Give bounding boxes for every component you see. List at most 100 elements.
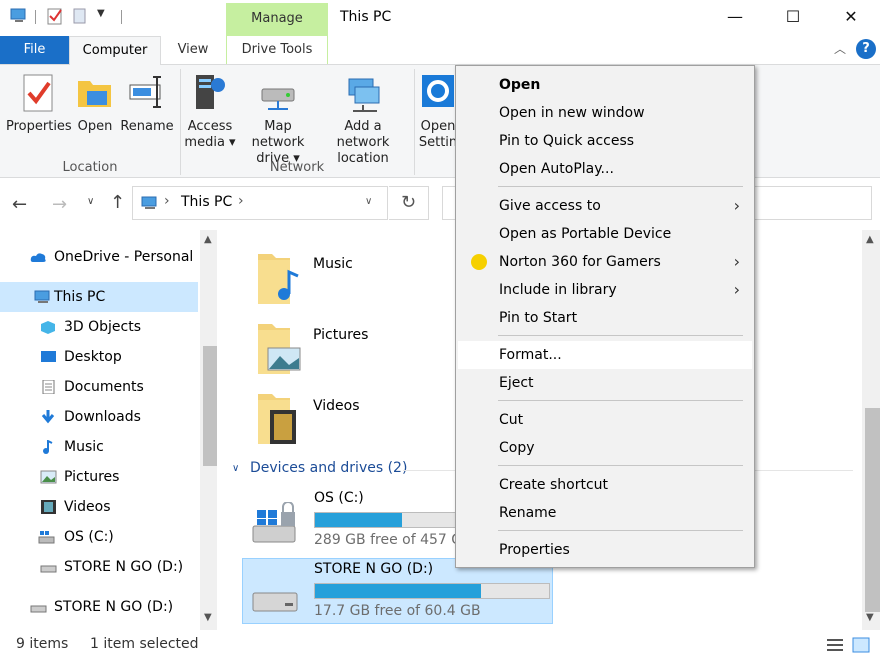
nav-label: This PC xyxy=(54,289,106,305)
menu-item-cut[interactable]: Cut xyxy=(458,406,752,434)
up-arrow-icon[interactable]: ↑ xyxy=(110,192,125,213)
nav-item-downloads[interactable]: Downloads xyxy=(0,402,198,432)
nav-item-onedrive[interactable]: OneDrive - Personal xyxy=(0,242,198,272)
details-view-icon[interactable] xyxy=(826,637,844,653)
tab-view[interactable]: View xyxy=(161,36,225,64)
breadcrumb-chevron-icon[interactable]: › xyxy=(238,193,244,209)
nav-label: OneDrive - Personal xyxy=(54,249,194,265)
add-network-location-label-1: Add a network xyxy=(336,119,390,150)
scroll-down-icon[interactable]: ▼ xyxy=(204,612,212,623)
nav-item-documents[interactable]: Documents xyxy=(0,372,198,402)
nav-item-videos[interactable]: Videos xyxy=(0,492,198,522)
os-drive-icon xyxy=(252,502,296,543)
folder-label-pictures[interactable]: Pictures xyxy=(313,327,368,343)
access-media-label-2: media ▾ xyxy=(184,135,236,150)
documents-icon xyxy=(42,380,55,394)
maximize-button[interactable]: ☐ xyxy=(770,0,816,34)
os-drive-icon xyxy=(38,531,55,544)
selected-count: 1 item selected xyxy=(90,636,199,652)
properties-button[interactable]: Properties xyxy=(6,71,72,135)
tab-computer[interactable]: Computer xyxy=(69,36,161,65)
menu-item-format[interactable]: Format... xyxy=(458,341,752,369)
map-network-drive-button[interactable]: Map network drive ▾ xyxy=(238,71,318,167)
rename-icon xyxy=(129,76,161,108)
open-settings-button[interactable]: Open Settin xyxy=(418,71,458,151)
menu-item-rename[interactable]: Rename xyxy=(458,499,752,527)
open-label: Open xyxy=(77,119,113,134)
pictures-folder-icon[interactable] xyxy=(256,320,302,376)
music-note-icon xyxy=(43,440,53,454)
videos-folder-icon[interactable] xyxy=(256,390,302,446)
submenu-arrow-icon: › xyxy=(733,252,740,271)
menu-item-create-shortcut[interactable]: Create shortcut xyxy=(458,471,752,499)
menu-separator xyxy=(498,335,743,336)
menu-item-properties[interactable]: Properties xyxy=(458,536,752,564)
usb-drive-icon xyxy=(40,565,57,573)
menu-item-eject[interactable]: Eject xyxy=(458,369,752,397)
status-bar: 9 items 1 item selected xyxy=(0,630,880,660)
menu-item-norton[interactable]: Norton 360 for Gamers › xyxy=(458,248,752,276)
recent-locations-chevron-icon[interactable]: ∨ xyxy=(87,196,94,207)
nav-item-pictures[interactable]: Pictures xyxy=(0,462,198,492)
open-button[interactable]: Open xyxy=(72,71,118,135)
menu-item-include-library[interactable]: Include in library › xyxy=(458,276,752,304)
menu-item-give-access[interactable]: Give access to › xyxy=(458,192,752,220)
manage-tab-header[interactable]: Manage xyxy=(226,3,328,36)
folder-label-videos[interactable]: Videos xyxy=(313,398,360,414)
menu-item-open-new-window[interactable]: Open in new window xyxy=(458,99,752,127)
address-history-chevron-icon[interactable]: ∨ xyxy=(365,196,372,207)
this-pc-icon[interactable] xyxy=(10,8,28,24)
back-arrow-icon[interactable]: ← xyxy=(12,194,27,215)
drive-name: STORE N GO (D:) xyxy=(314,561,434,577)
scroll-up-icon[interactable]: ▲ xyxy=(866,234,874,245)
nav-item-desktop[interactable]: Desktop xyxy=(0,342,198,372)
menu-item-pin-quick-access[interactable]: Pin to Quick access xyxy=(458,127,752,155)
close-button[interactable]: ✕ xyxy=(828,0,874,34)
nav-item-music[interactable]: Music xyxy=(0,432,198,462)
scroll-down-icon[interactable]: ▼ xyxy=(866,612,874,623)
navigation-pane: OneDrive - Personal This PC 3D Objects D… xyxy=(0,230,218,630)
menu-item-pin-to-start[interactable]: Pin to Start xyxy=(458,304,752,332)
downloads-arrow-icon xyxy=(41,410,55,424)
properties-check-icon[interactable] xyxy=(46,7,64,25)
breadcrumb-this-pc[interactable]: This PC xyxy=(181,194,232,210)
nav-item-os-c[interactable]: OS (C:) xyxy=(0,522,198,552)
nav-item-3d-objects[interactable]: 3D Objects xyxy=(0,312,198,342)
nav-item-store-n-go-d-root[interactable]: STORE N GO (D:) xyxy=(0,592,198,622)
menu-item-open-portable-device[interactable]: Open as Portable Device xyxy=(458,220,752,248)
new-folder-icon[interactable] xyxy=(73,8,87,24)
menu-label: Include in library xyxy=(499,282,617,298)
nav-item-store-n-go-d[interactable]: STORE N GO (D:) xyxy=(0,552,198,582)
large-icons-view-icon[interactable] xyxy=(852,637,870,653)
menu-item-open-autoplay[interactable]: Open AutoPlay... xyxy=(458,155,752,183)
folder-label-music[interactable]: Music xyxy=(313,256,353,272)
qat-customize-dropdown[interactable]: ▼ xyxy=(97,8,105,19)
location-group-label: Location xyxy=(62,160,118,175)
menu-item-open[interactable]: Open xyxy=(458,71,752,99)
rename-button[interactable]: Rename xyxy=(120,71,174,135)
minimize-button[interactable]: — xyxy=(712,0,758,34)
nav-item-this-pc[interactable]: This PC xyxy=(0,282,198,312)
devices-and-drives-header[interactable]: Devices and drives (2) xyxy=(250,460,407,476)
tab-drive-tools[interactable]: Drive Tools xyxy=(226,36,328,64)
open-settings-label-2: Settin xyxy=(418,135,458,150)
content-scrollbar-thumb[interactable] xyxy=(865,408,880,612)
scroll-up-icon[interactable]: ▲ xyxy=(204,234,212,245)
menu-label: Give access to xyxy=(499,198,601,214)
help-icon[interactable]: ? xyxy=(856,39,876,59)
breadcrumb-chevron-icon[interactable]: › xyxy=(164,193,170,209)
add-network-location-button[interactable]: Add a network location xyxy=(318,71,408,167)
this-pc-icon xyxy=(34,290,50,303)
collapse-chevron-icon[interactable]: ∨ xyxy=(232,463,239,474)
address-bar[interactable]: › This PC › ∨ xyxy=(132,186,388,220)
menu-item-copy[interactable]: Copy xyxy=(458,434,752,462)
menu-separator xyxy=(498,400,743,401)
music-folder-icon[interactable] xyxy=(256,250,302,306)
tab-file[interactable]: File xyxy=(0,36,69,64)
nav-scrollbar-thumb[interactable] xyxy=(203,346,217,466)
nav-label: 3D Objects xyxy=(64,319,142,335)
forward-arrow-icon[interactable]: → xyxy=(52,194,67,215)
access-media-button[interactable]: Access media ▾ xyxy=(184,71,236,151)
refresh-button[interactable]: ↻ xyxy=(389,186,429,220)
collapse-ribbon-icon[interactable]: ︿ xyxy=(834,40,846,57)
